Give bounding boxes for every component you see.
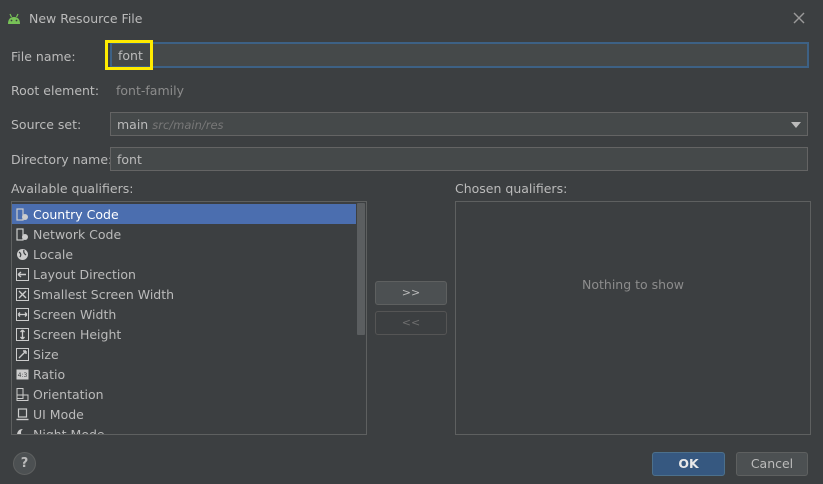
file-name-input[interactable]: font — [110, 42, 809, 68]
list-item-orientation[interactable]: Orientation — [12, 384, 356, 404]
list-item-screen-width[interactable]: Screen Width — [12, 304, 356, 324]
ratio-icon: 4:3 — [16, 369, 29, 380]
list-item-ui-mode[interactable]: UI Mode — [12, 404, 356, 424]
smallest-width-icon — [16, 288, 29, 301]
list-item-label: Country Code — [33, 207, 119, 222]
window-title: New Resource File — [29, 11, 143, 26]
list-item-screen-height[interactable]: Screen Height — [12, 324, 356, 344]
directory-name-label: Directory name: — [11, 152, 113, 167]
highlight-box — [105, 40, 153, 70]
list-item-ratio[interactable]: 4:3 Ratio — [12, 364, 356, 384]
available-qualifiers-label: Available qualifiers: — [11, 181, 134, 196]
source-set-value-wrap: main src/main/res — [117, 117, 224, 132]
layout-direction-icon — [16, 268, 29, 281]
list-item-network-code[interactable]: Network Code — [12, 224, 356, 244]
file-name-label: File name: — [11, 49, 76, 64]
list-item-label: Locale — [33, 247, 74, 262]
source-set-hint: src/main/res — [152, 118, 224, 132]
directory-name-input[interactable]: font — [110, 147, 808, 171]
screen-height-icon — [16, 328, 29, 341]
android-icon — [8, 13, 20, 24]
list-item-label: Layout Direction — [33, 267, 136, 282]
list-item-locale[interactable]: Locale — [12, 244, 356, 264]
night-mode-icon — [17, 428, 29, 434]
orientation-icon — [16, 388, 29, 401]
network-code-icon — [16, 228, 28, 241]
list-item-label: Network Code — [33, 227, 122, 242]
root-element-label: Root element: — [11, 83, 100, 98]
list-scrollbar[interactable] — [357, 203, 365, 335]
list-item-label: Screen Height — [33, 327, 122, 342]
source-set-label: Source set: — [11, 117, 82, 132]
chevron-down-icon — [791, 122, 801, 128]
add-qualifier-button[interactable]: >> — [375, 281, 447, 305]
screen-width-icon — [16, 308, 29, 321]
ui-mode-icon — [16, 408, 29, 421]
list-item-label: Orientation — [33, 387, 104, 402]
size-icon — [16, 348, 29, 361]
list-item-country-code[interactable]: Country Code — [12, 204, 356, 224]
source-set-dropdown[interactable]: main src/main/res — [110, 112, 808, 136]
list-item-night-mode[interactable]: Night Mode — [12, 424, 356, 435]
chosen-qualifiers-label: Chosen qualifiers: — [455, 181, 568, 196]
cancel-button[interactable]: Cancel — [736, 452, 808, 476]
help-button[interactable]: ? — [13, 452, 36, 475]
globe-icon — [17, 249, 28, 260]
chosen-qualifiers-list[interactable]: Nothing to show — [455, 201, 811, 435]
empty-state-text: Nothing to show — [582, 277, 684, 292]
list-item-label: Screen Width — [33, 307, 117, 322]
country-code-icon — [16, 208, 28, 221]
available-qualifiers-list[interactable]: Country Code Network Code Locale Layout … — [11, 201, 367, 435]
directory-name-value: font — [117, 152, 142, 167]
list-item-label: Night Mode — [33, 427, 105, 435]
root-element-value: font-family — [116, 83, 184, 98]
svg-text:4:3: 4:3 — [18, 372, 28, 379]
list-item-label: Ratio — [33, 367, 66, 382]
title-bar: New Resource File — [0, 0, 823, 36]
remove-qualifier-button[interactable]: << — [375, 311, 447, 335]
list-item-size[interactable]: Size — [12, 344, 356, 364]
list-item-smallest-screen-width[interactable]: Smallest Screen Width — [12, 284, 356, 304]
close-icon[interactable] — [792, 11, 806, 25]
list-item-layout-direction[interactable]: Layout Direction — [12, 264, 356, 284]
list-item-label: Smallest Screen Width — [33, 287, 175, 302]
source-set-value: main — [117, 117, 149, 132]
list-item-label: UI Mode — [33, 407, 84, 422]
list-item-label: Size — [33, 347, 59, 362]
ok-button[interactable]: OK — [652, 452, 725, 476]
